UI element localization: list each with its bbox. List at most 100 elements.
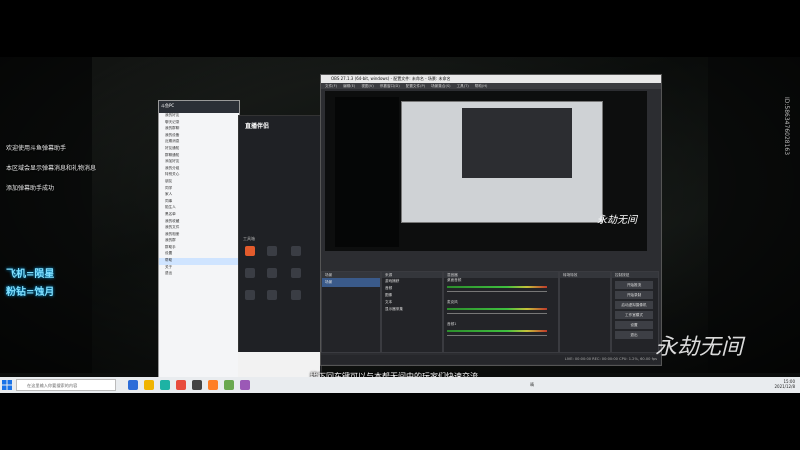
mixer-track-label: 麦克风 <box>447 300 458 304</box>
tool-icon[interactable] <box>267 246 277 256</box>
contact-item[interactable]: 退出 <box>159 271 239 278</box>
streaming-app-panel: 直播伴侣 工具箱 <box>238 115 322 392</box>
app-logo: 直播伴侣 <box>245 123 270 130</box>
tool-icon[interactable] <box>291 290 301 300</box>
contact-item[interactable]: 群聊通知 <box>159 153 239 160</box>
volume-meter <box>447 286 547 288</box>
nested-screen <box>401 101 603 223</box>
obs-preview: 永劫无间 <box>325 91 647 251</box>
contact-item[interactable]: 我的好友 <box>159 113 239 120</box>
windows-taskbar: 在这里输入你要搜索的内容 晴 15:00 2021/12/8 <box>0 377 800 393</box>
contact-item[interactable]: 我的分组 <box>159 166 239 173</box>
source-item[interactable]: 图像 <box>382 292 442 299</box>
contact-item[interactable]: 朋友 <box>159 179 239 186</box>
obs-menu-item[interactable]: 停靠窗口(D) <box>380 84 400 88</box>
contact-item[interactable]: 同事 <box>159 199 239 206</box>
obs-menu-item[interactable]: 编辑(E) <box>343 84 355 88</box>
obs-menu-item[interactable]: 工具(T) <box>457 84 469 88</box>
obs-window: OBS 27.1.3 (64-bit, windows) - 配置文件: 未命名… <box>320 74 662 366</box>
taskbar-search-input[interactable]: 在这里输入你要搜索的内容 <box>16 379 116 391</box>
contact-item[interactable]: 特别关心 <box>159 172 239 179</box>
control-button[interactable]: 设置 <box>615 321 653 329</box>
obs-statusbar: LIVE: 00:00:00 REC: 00:00:00 CPU: 1.2%, … <box>321 355 661 364</box>
contact-item[interactable]: 家人 <box>159 192 239 199</box>
wechat-icon[interactable] <box>224 380 234 390</box>
tool-icon[interactable] <box>291 268 301 278</box>
contact-item[interactable]: 同学 <box>159 186 239 193</box>
control-button[interactable]: 启动虚拟摄像机 <box>615 301 653 309</box>
obs-menu-item[interactable]: 文件(F) <box>325 84 337 88</box>
mixer-track: 麦克风 <box>444 300 558 322</box>
contact-item[interactable]: 聊天记录 <box>159 120 239 127</box>
contact-item[interactable]: 陌生人 <box>159 205 239 212</box>
edge-icon[interactable] <box>160 380 170 390</box>
tool-icon[interactable] <box>291 246 301 256</box>
task-view-icon[interactable] <box>128 380 138 390</box>
tool-icon[interactable] <box>245 268 255 278</box>
tool-icon[interactable] <box>267 268 277 278</box>
contact-item[interactable]: 我的文件 <box>159 225 239 232</box>
app-icon[interactable] <box>240 380 250 390</box>
chat-message: 欢迎使用斗鱼弹幕助手 <box>6 145 67 152</box>
app-icon[interactable] <box>176 380 186 390</box>
douyu-icon[interactable] <box>208 380 218 390</box>
transition-dock: 转场特效 <box>559 271 611 353</box>
obs-menubar: 文件(F) 编辑(E) 视图(V) 停靠窗口(D) 配置文件(P) 场景集合(S) 工具(T… <box>321 83 661 89</box>
contact-item[interactable]: 我的群聊 <box>159 126 239 133</box>
obs-title: OBS 27.1.3 (64-bit, windows) - 配置文件: 未命名… <box>321 75 661 83</box>
source-item[interactable]: 游戏捕获 <box>382 278 442 285</box>
sources-dock: 来源 游戏捕获 音频 图像 文本 显示器采集 <box>381 271 443 353</box>
contact-item[interactable]: 添加好友 <box>159 159 239 166</box>
windows-start-icon[interactable] <box>2 380 12 390</box>
gift-info: 飞机=陨星 <box>6 269 55 280</box>
contact-item[interactable]: 关于 <box>159 265 239 272</box>
volume-meter <box>447 308 547 310</box>
dock-header: 控制按钮 <box>612 272 658 278</box>
contact-item[interactable]: 我的群 <box>159 238 239 245</box>
obs-menu-item[interactable]: 帮助(H) <box>475 84 488 88</box>
qq-title: 斗鱼PC <box>159 101 239 113</box>
contact-item[interactable]: 群助手 <box>159 245 239 252</box>
volume-slider[interactable] <box>447 291 547 292</box>
system-tray: 15:00 2021/12/8 <box>705 379 795 389</box>
mixer-track: 音频1 <box>444 322 558 344</box>
mixer-list: 桌面音频 麦克风音频1 <box>444 278 558 344</box>
control-button[interactable]: 退出 <box>615 331 653 339</box>
tool-icon[interactable] <box>245 246 255 256</box>
mixer-track: 桌面音频 <box>444 278 558 300</box>
control-button[interactable]: 开始录制 <box>615 291 653 299</box>
scene-item[interactable]: 场景 <box>322 278 380 287</box>
scenes-dock: 场景 场景 <box>321 271 381 353</box>
preview-left-pane <box>335 97 399 247</box>
control-button[interactable]: 开始推流 <box>615 281 653 289</box>
contact-item[interactable]: 我的相册 <box>159 232 239 239</box>
nested-obs <box>462 108 572 178</box>
contact-item[interactable]: 帮助 <box>159 258 239 265</box>
obs-menu-item[interactable]: 视图(V) <box>361 84 373 88</box>
volume-slider[interactable] <box>447 335 547 336</box>
source-item[interactable]: 音频 <box>382 285 442 292</box>
volume-slider[interactable] <box>447 313 547 314</box>
chat-message: 添加弹幕助手成功 <box>6 185 55 192</box>
obs-menu-item[interactable]: 配置文件(P) <box>406 84 425 88</box>
game-logo-watermark: 永劫无间 <box>655 335 744 360</box>
obs-menu-item[interactable]: 场景集合(S) <box>431 84 450 88</box>
vertical-id-text: ID:5863476028163 <box>783 97 790 156</box>
obs-taskbar-icon[interactable] <box>192 380 202 390</box>
tool-icon[interactable] <box>245 290 255 300</box>
qq-contact-window: 斗鱼PC 我的好友 聊天记录 我的群聊 我的设备 近期消息 好友通知 群聊通知 添加好友 我的分… <box>158 100 240 382</box>
contact-item[interactable]: 我的设备 <box>159 133 239 140</box>
source-item[interactable]: 显示器采集 <box>382 306 442 313</box>
contact-item[interactable]: 近期消息 <box>159 139 239 146</box>
mixer-dock: 混音器 桌面音频 麦克风 音频1 <box>443 271 559 353</box>
contact-item[interactable]: 好友通知 <box>159 146 239 153</box>
tool-icon[interactable] <box>267 290 277 300</box>
file-explorer-icon[interactable] <box>144 380 154 390</box>
controls-dock: 控制按钮 开始推流开始录制启动虚拟摄像机 工作室模式设置退出 <box>611 271 659 353</box>
weather-text: 晴 <box>530 382 534 387</box>
contact-item[interactable]: 黑名单 <box>159 212 239 219</box>
source-item[interactable]: 文本 <box>382 299 442 306</box>
contact-item[interactable]: 设置 <box>159 251 239 258</box>
contact-item[interactable]: 我的收藏 <box>159 219 239 226</box>
control-button[interactable]: 工作室模式 <box>615 311 653 319</box>
